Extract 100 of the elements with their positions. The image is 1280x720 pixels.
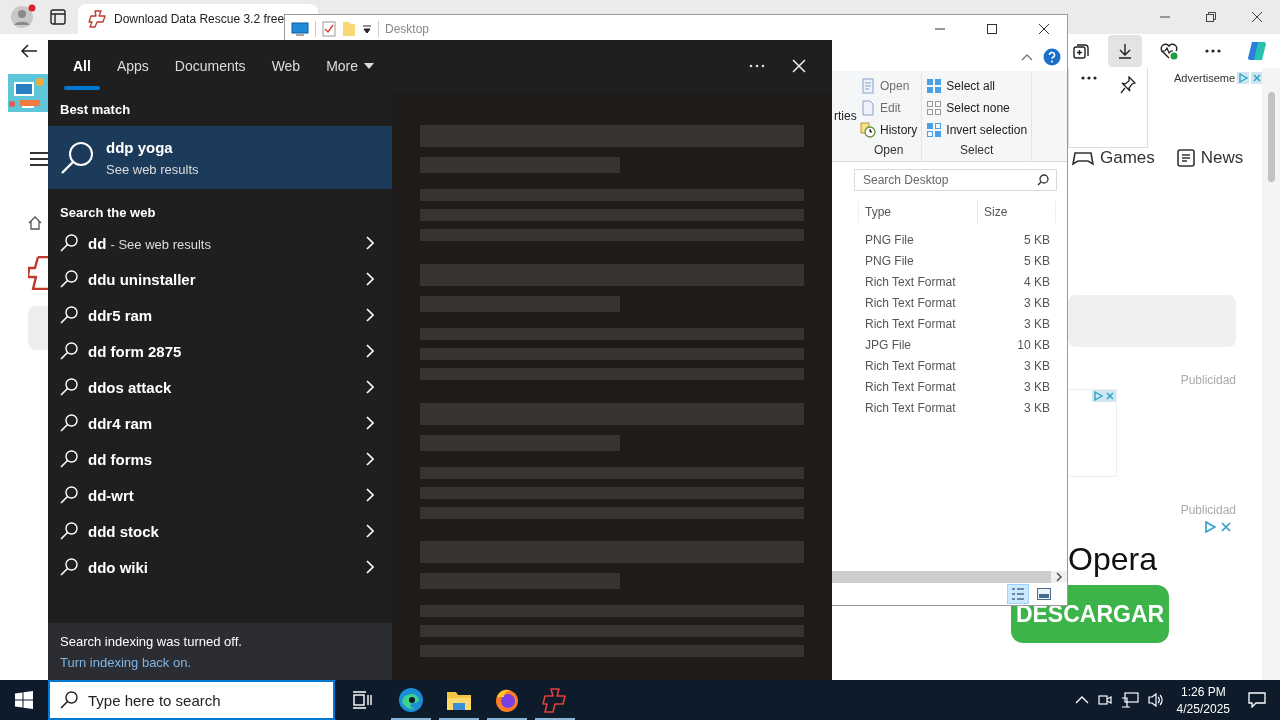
search-tab[interactable]: Apps — [103, 40, 162, 92]
volume-icon — [1146, 692, 1165, 708]
toolbar-button[interactable] — [1108, 35, 1142, 67]
chevron-right-icon — [366, 488, 374, 502]
chevron-right-icon — [366, 452, 374, 466]
table-cell-text: 10 KB — [1016, 337, 1050, 352]
search-suggestion[interactable]: ddo wiki — [48, 549, 392, 585]
table-cell-text: Rich Text Format — [865, 400, 957, 415]
close-icon — [1038, 23, 1050, 35]
search-icon — [60, 140, 94, 175]
chevron-up-icon — [1074, 695, 1089, 705]
search-suggestion[interactable]: ddu uninstaller — [48, 261, 392, 297]
notification-icon — [1248, 692, 1266, 708]
cross-icon — [542, 687, 568, 713]
search-suggestion[interactable]: ddr4 ram — [48, 405, 392, 441]
indexing-link[interactable]: Turn indexing back on. — [60, 654, 192, 670]
close-icon — [1251, 72, 1264, 84]
close-icon — [1251, 11, 1263, 23]
details-view-button[interactable] — [1007, 584, 1029, 604]
ad-choices-icon — [1092, 390, 1104, 402]
search-icon — [60, 342, 78, 360]
table-cell-text: 3 KB — [1023, 316, 1050, 331]
column-header[interactable]: Size — [978, 201, 1056, 223]
search-field[interactable]: Type here to search — [48, 680, 335, 720]
best-match-result[interactable]: ddp yoga See web results — [48, 126, 392, 189]
checklist-icon — [322, 21, 336, 37]
table-cell-text: 3 KB — [1023, 379, 1050, 394]
ad-label: Publicidad — [1180, 503, 1236, 517]
table-cell-text: 5 KB — [1023, 232, 1050, 247]
search-icon — [60, 558, 78, 576]
browser-tab[interactable]: Download Data Rescue 3.2 free — [78, 4, 318, 34]
monitor-icon — [291, 22, 309, 36]
chevron-right-icon — [366, 308, 374, 322]
search-tab[interactable]: More — [313, 40, 388, 92]
home-icon — [28, 216, 42, 230]
restore-icon — [1205, 11, 1217, 23]
list-icon — [1011, 587, 1025, 601]
edge-icon — [398, 687, 424, 713]
window-title: Desktop — [385, 22, 430, 36]
table-cell-text: Rich Text Format — [865, 274, 957, 289]
table-cell-text: Rich Text Format — [865, 316, 957, 331]
table-cell-text: PNG File — [865, 232, 915, 247]
image-icon — [1037, 588, 1051, 600]
chevron-right-icon — [366, 416, 374, 430]
nav-link[interactable]: Games — [1072, 148, 1155, 168]
ribbon-label: rties — [834, 109, 856, 123]
chevron-right-icon — [366, 272, 374, 286]
group-label: Select — [959, 143, 995, 159]
pin-icon — [1119, 76, 1136, 94]
scrollbar[interactable] — [832, 571, 1067, 583]
search-suggestion[interactable]: dd forms — [48, 441, 392, 477]
chevron-right-icon — [366, 236, 374, 250]
chevron-right-icon — [366, 380, 374, 394]
search-icon — [60, 691, 78, 709]
download-icon — [1116, 42, 1134, 60]
search-icon — [60, 522, 78, 540]
tab-actions-icon — [50, 9, 66, 25]
search-suggestion[interactable]: dd form 2875 — [48, 333, 392, 369]
search-icon — [60, 450, 78, 468]
ad-choices-icon — [1237, 72, 1250, 84]
grid-icon — [926, 122, 943, 138]
windows-logo-icon — [15, 691, 33, 709]
ad-label: Publicidad — [1180, 373, 1236, 387]
search-tab[interactable]: Documents — [161, 40, 259, 92]
scrollbar[interactable] — [1262, 68, 1280, 680]
search-suggestion[interactable]: dd - See web results — [48, 225, 392, 261]
table-cell-text: 3 KB — [1023, 358, 1050, 373]
ribbon-button[interactable]: Select none — [926, 97, 1028, 119]
nav-link[interactable]: News — [1176, 148, 1244, 168]
search-icon — [1037, 174, 1049, 186]
grid-icon — [926, 78, 943, 94]
task-view-icon — [352, 691, 372, 709]
ribbon-button[interactable]: History — [860, 119, 918, 141]
search-suggestion[interactable]: ddd stock — [48, 513, 392, 549]
profile-avatar-icon — [10, 4, 36, 30]
cross-icon — [28, 256, 48, 290]
close-icon — [792, 59, 806, 73]
table-cell-text: Rich Text Format — [865, 358, 957, 373]
column-header[interactable]: Type — [858, 201, 978, 223]
folder-icon — [342, 21, 356, 37]
search-tab[interactable]: Web — [258, 40, 314, 92]
caret-icon — [364, 63, 375, 69]
collections-icon — [1072, 42, 1090, 60]
network-icon — [1120, 692, 1139, 708]
search-tab[interactable]: All — [60, 40, 104, 92]
chevron-right-icon — [366, 560, 374, 574]
ribbon-button[interactable]: Invert selection — [926, 119, 1028, 141]
menu-icon — [30, 152, 48, 166]
clock-date: 4/25/2025 — [1176, 701, 1230, 716]
table-cell-text: Rich Text Format — [865, 295, 957, 310]
document-icon — [860, 78, 876, 94]
chevron-right-icon — [366, 524, 374, 538]
copilot-icon — [1246, 40, 1268, 62]
close-icon — [1220, 521, 1232, 533]
ribbon-button[interactable]: Select all — [926, 75, 1028, 97]
search-suggestion[interactable]: ddos attack — [48, 369, 392, 405]
ad-label: Advertiseme — [1174, 72, 1236, 84]
search-suggestion[interactable]: dd-wrt — [48, 477, 392, 513]
table-cell-text: JPG File — [865, 337, 912, 352]
search-suggestion[interactable]: ddr5 ram — [48, 297, 392, 333]
